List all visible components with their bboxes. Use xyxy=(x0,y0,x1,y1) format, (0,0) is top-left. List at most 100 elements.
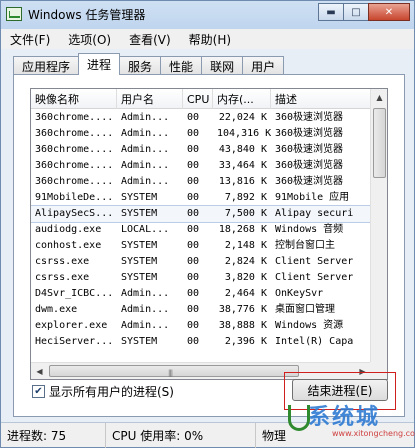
status-cpu-usage: CPU 使用率: 0% xyxy=(106,422,256,448)
table-row[interactable]: 360chrome.... Admin... 00 43,840 K 360极速浏览器 xyxy=(31,142,371,158)
show-all-users-label: 显示所有用户的进程(S) xyxy=(49,385,174,399)
process-rows: 360chrome.... Admin... 00 22,024 K 360极速浏览器 … xyxy=(31,110,372,350)
table-row[interactable]: 91MobileDe... SYSTEM 00 7,892 K 91Mobile 应用 xyxy=(31,190,371,206)
minimize-button[interactable]: ▬ xyxy=(318,3,344,21)
scroll-up-arrow-icon[interactable]: ▲ xyxy=(371,89,387,106)
column-cpu[interactable]: CPU xyxy=(183,89,213,109)
cell-memory: 22,024 K xyxy=(218,112,267,123)
cell-image-name: csrss.exe xyxy=(35,272,90,283)
cell-memory: 7,892 K xyxy=(224,192,267,203)
maximize-icon: □ xyxy=(351,6,361,18)
cell-description: 360极速浏览器 xyxy=(275,112,344,123)
table-row[interactable]: 360chrome.... Admin... 00 104,316 K 360极速浏览器 xyxy=(31,126,371,142)
menu-bar: 文件(F) 选项(O) 查看(V) 帮助(H) xyxy=(1,29,414,49)
cell-user-name: Admin... xyxy=(121,160,170,171)
tab-strip: 应用程序 进程 服务 性能 联网 用户 xyxy=(13,53,285,75)
cell-image-name: 360chrome.... xyxy=(35,176,114,187)
cell-image-name: 360chrome.... xyxy=(35,144,114,155)
cell-memory: 2,464 K xyxy=(224,288,267,299)
cell-cpu: 00 xyxy=(187,176,200,187)
close-icon: ✕ xyxy=(384,6,394,18)
cell-image-name: AlipaySecS... xyxy=(35,208,114,219)
cell-user-name: Admin... xyxy=(121,288,170,299)
tab-performance[interactable]: 性能 xyxy=(160,56,203,75)
cell-cpu: 00 xyxy=(187,192,200,203)
column-image-name[interactable]: 映像名称 xyxy=(31,89,117,109)
window-controls: ▬ □ ✕ xyxy=(318,3,410,21)
cell-description: Intel(R) Capa xyxy=(275,336,354,347)
cell-memory: 38,776 K xyxy=(218,304,267,315)
cell-cpu: 00 xyxy=(187,144,200,155)
cell-image-name: D4Svr_ICBC... xyxy=(35,288,114,299)
show-all-users-checkbox[interactable]: ✔ xyxy=(32,385,45,398)
table-row[interactable]: 360chrome.... Admin... 00 13,816 K 360极速浏览器 xyxy=(31,174,371,190)
cell-cpu: 00 xyxy=(187,160,200,171)
table-row[interactable]: csrss.exe SYSTEM 00 2,824 K Client Server xyxy=(31,254,371,270)
table-row[interactable]: explorer.exe Admin... 00 38,888 K Windows 资源 xyxy=(31,318,371,334)
vertical-scrollbar[interactable]: ▲ xyxy=(370,89,387,362)
minimize-icon: ▬ xyxy=(326,6,336,18)
table-row[interactable]: 360chrome.... Admin... 00 33,464 K 360极速浏览器 xyxy=(31,158,371,174)
tab-services[interactable]: 服务 xyxy=(119,56,162,75)
cell-image-name: audiodg.exe xyxy=(35,224,102,235)
tab-applications[interactable]: 应用程序 xyxy=(13,56,80,75)
cell-description: 360极速浏览器 xyxy=(275,144,344,155)
table-row[interactable]: audiodg.exe LOCAL... 00 18,268 K Windows 音频 xyxy=(31,222,371,238)
cell-user-name: SYSTEM xyxy=(121,192,158,203)
cell-image-name: csrss.exe xyxy=(35,256,90,267)
table-row[interactable]: 360chrome.... Admin... 00 22,024 K 360极速浏览器 xyxy=(31,110,371,126)
cell-cpu: 00 xyxy=(187,320,200,331)
table-row[interactable]: csrss.exe SYSTEM 00 3,820 K Client Server xyxy=(31,270,371,286)
cell-image-name: dwm.exe xyxy=(35,304,78,315)
table-row[interactable]: D4Svr_ICBC... Admin... 00 2,464 K OnKeySvr xyxy=(31,286,371,302)
scroll-left-arrow-icon[interactable]: ◀ xyxy=(31,363,48,379)
maximize-button[interactable]: □ xyxy=(343,3,369,21)
cell-image-name: 91MobileDe... xyxy=(35,192,114,203)
site-watermark: 系统城 www.xitongcheng.com xyxy=(288,397,415,443)
tab-networking[interactable]: 联网 xyxy=(201,56,244,75)
task-manager-icon xyxy=(6,7,22,21)
cell-description: OnKeySvr xyxy=(275,288,324,299)
cell-cpu: 00 xyxy=(187,240,200,251)
cell-description: 360极速浏览器 xyxy=(275,176,344,187)
cell-user-name: SYSTEM xyxy=(121,272,158,283)
menu-options[interactable]: 选项(O) xyxy=(59,31,120,48)
vertical-scroll-thumb[interactable] xyxy=(373,108,386,178)
title-bar: Windows 任务管理器 ▬ □ ✕ xyxy=(1,1,414,27)
cell-user-name: Admin... xyxy=(121,176,170,187)
cell-description: Client Server xyxy=(275,272,354,283)
cell-description: Windows 音频 xyxy=(275,224,344,235)
cell-user-name: SYSTEM xyxy=(121,240,158,251)
cell-memory: 7,500 K xyxy=(224,208,267,219)
cell-description: Windows 资源 xyxy=(275,320,344,331)
cell-image-name: HeciServer... xyxy=(35,336,114,347)
column-user-name[interactable]: 用户名 xyxy=(117,89,183,109)
cell-description: Client Server xyxy=(275,256,354,267)
tab-users[interactable]: 用户 xyxy=(242,56,285,75)
process-list[interactable]: 映像名称 用户名 CPU 内存(... 描述 360chrome.... Admi… xyxy=(30,88,388,380)
table-row[interactable]: conhost.exe SYSTEM 00 2,148 K 控制台窗口主 xyxy=(31,238,371,254)
cell-memory: 104,316 K xyxy=(217,128,271,139)
cell-image-name: 360chrome.... xyxy=(35,112,114,123)
table-row[interactable]: HeciServer... SYSTEM 00 2,396 K Intel(R) Cap… xyxy=(31,334,371,350)
column-description[interactable]: 描述 xyxy=(271,89,371,109)
menu-view[interactable]: 查看(V) xyxy=(120,31,180,48)
cell-cpu: 00 xyxy=(187,224,200,235)
close-button[interactable]: ✕ xyxy=(368,3,410,21)
cell-image-name: conhost.exe xyxy=(35,240,102,251)
menu-file[interactable]: 文件(F) xyxy=(1,31,59,48)
table-row[interactable]: AlipaySecS... SYSTEM 00 7,500 K Alipay secur… xyxy=(31,205,372,223)
cell-description: 360极速浏览器 xyxy=(275,160,344,171)
cell-cpu: 00 xyxy=(187,112,200,123)
show-all-users-option[interactable]: ✔ 显示所有用户的进程(S) xyxy=(32,383,174,400)
cell-user-name: Admin... xyxy=(121,112,170,123)
cell-description: Alipay securi xyxy=(275,208,354,219)
cell-description: 控制台窗口主 xyxy=(275,240,335,251)
task-manager-window: Windows 任务管理器 ▬ □ ✕ 文件(F) 选项(O) 查看(V) 帮助… xyxy=(0,0,415,448)
tab-processes[interactable]: 进程 xyxy=(78,53,121,75)
table-row[interactable]: dwm.exe Admin... 00 38,776 K 桌面窗口管理 xyxy=(31,302,371,318)
cell-user-name: LOCAL... xyxy=(121,224,170,235)
column-memory[interactable]: 内存(... xyxy=(213,89,271,109)
menu-help[interactable]: 帮助(H) xyxy=(180,31,240,48)
horizontal-scroll-thumb[interactable]: ||| xyxy=(49,365,299,377)
